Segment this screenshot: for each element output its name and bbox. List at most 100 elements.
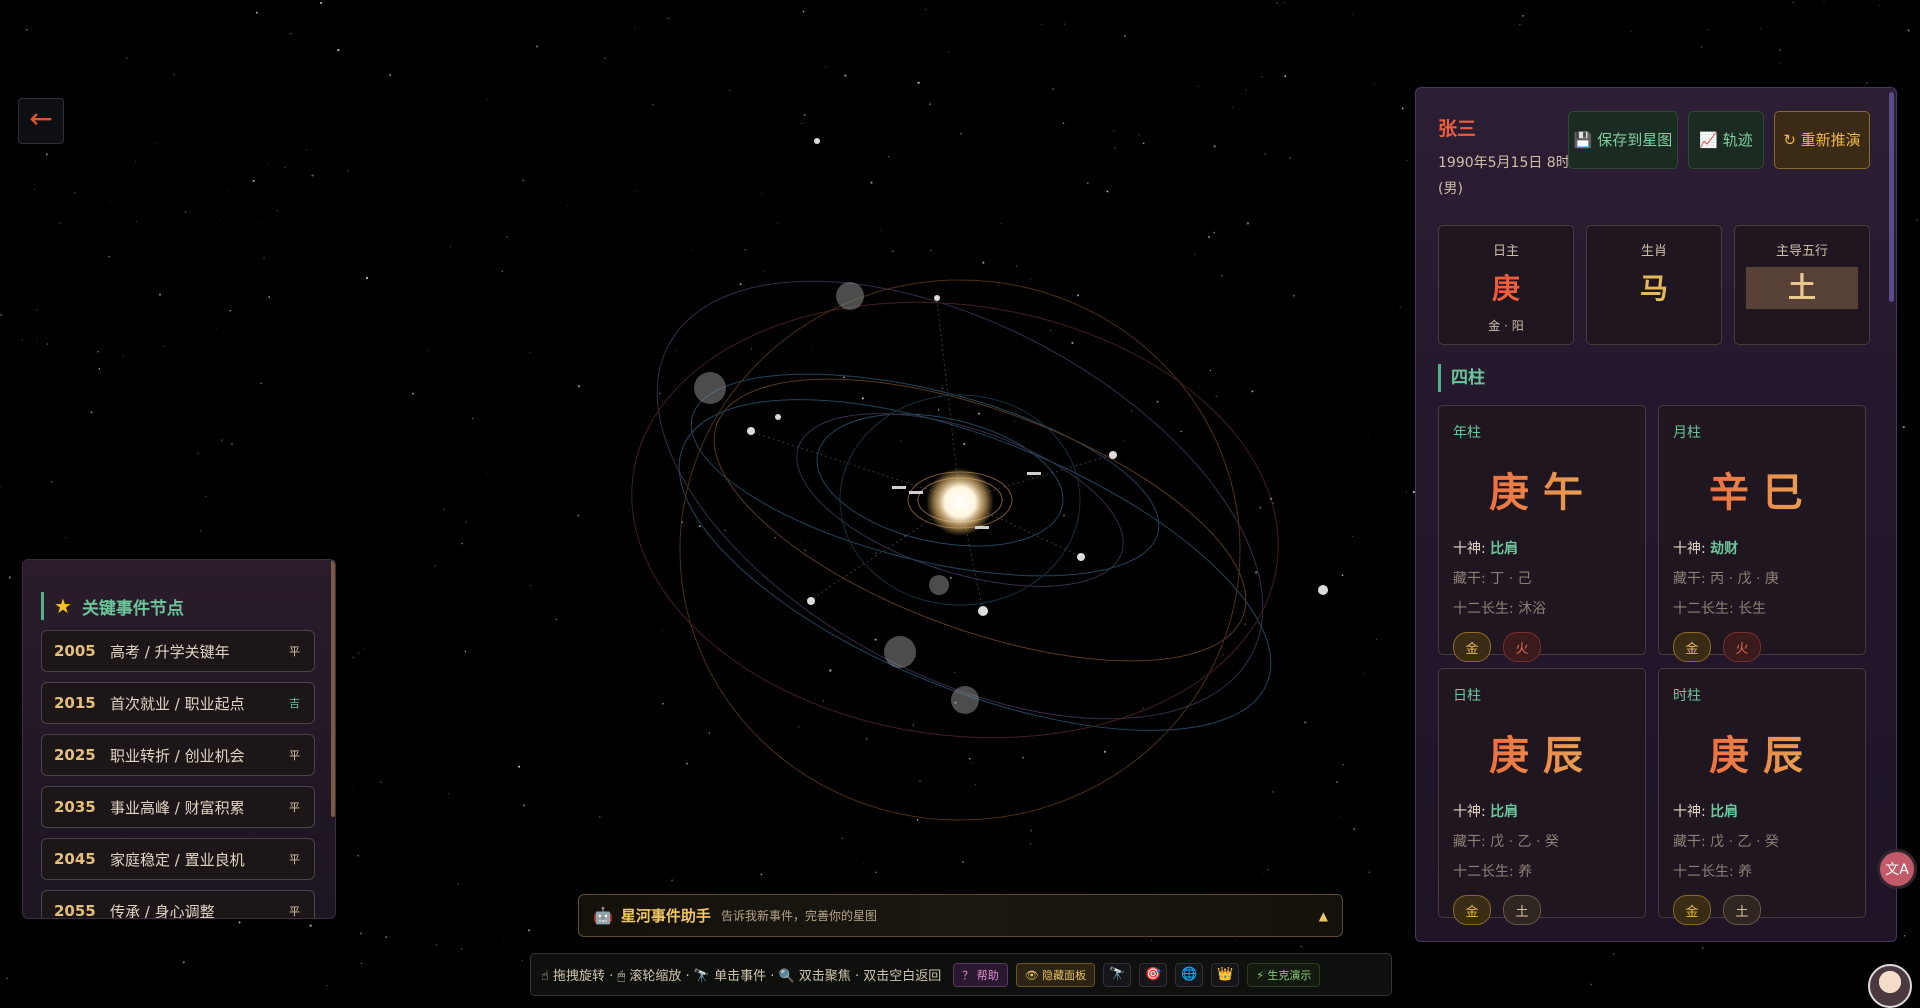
dominant-element-card: 主导五行 土: [1734, 225, 1870, 345]
profile-panel: 张三 1990年5月15日 8时 (男) 💾 保存到星图 📈 轨迹 ↻ 重新推演…: [1415, 87, 1897, 942]
pillars-section-title: 四柱: [1438, 364, 1485, 392]
pillar-card[interactable]: 年柱 庚午 十神: 比肩 藏干: 丁 · 己十二长生: 沐浴金火: [1438, 405, 1646, 662]
event-tag: 平: [289, 645, 300, 658]
event-node[interactable]: [1318, 585, 1328, 595]
element-tag: 金: [1453, 895, 1491, 925]
element-tags: 金火: [1673, 632, 1853, 662]
generation-demo-button[interactable]: ⚡ 生克演示: [1247, 962, 1321, 987]
back-button[interactable]: ←: [18, 98, 64, 144]
element-tag: 土: [1503, 895, 1541, 925]
sun-core[interactable]: [926, 468, 994, 536]
day-master-card: 日主 庚 金 · 阳: [1438, 225, 1574, 345]
event-text: 首次就业 / 职业起点: [110, 694, 245, 713]
event-node[interactable]: [934, 295, 940, 301]
event-text: 家庭稳定 / 置业良机: [110, 850, 245, 869]
event-list-item[interactable]: 2005 高考 / 升学关键年 平: [41, 630, 315, 672]
planet-marker[interactable]: [1027, 472, 1041, 475]
pillar-label: 月柱: [1673, 425, 1701, 441]
ten-god-value: 劫财: [1710, 541, 1739, 557]
telescope-icon[interactable]: 🔭: [1103, 962, 1132, 987]
element-tag: 金: [1673, 895, 1711, 925]
ten-god-value: 比肩: [1490, 541, 1519, 557]
star-icon: ★: [54, 594, 72, 618]
element-tag: 金: [1673, 632, 1711, 662]
pillar-card[interactable]: 月柱 辛巳 十神: 劫财 藏干: 丙 · 戊 · 庚十二长生: 长生金火: [1658, 405, 1866, 662]
bottom-toolbar: ☝ 拖拽旋转 · 🖱 滚轮缩放 · 🔭 单击事件 · 🔍 双击聚焦 · 双击空白…: [530, 953, 1392, 996]
pillar-card[interactable]: 时柱 庚辰 十神: 比肩 藏干: 戊 · 乙 · 癸十二长生: 养金土: [1658, 668, 1866, 925]
planet-marker[interactable]: [909, 491, 923, 494]
event-text: 高考 / 升学关键年: [110, 642, 230, 661]
ten-gods-row: 十神: 比肩: [1673, 804, 1739, 820]
orbit-ring: [679, 279, 1241, 821]
orbit-ring: [678, 399, 1272, 731]
event-year: 2005: [54, 642, 96, 660]
event-tag: 平: [289, 801, 300, 814]
target-icon[interactable]: 🎯: [1139, 962, 1168, 987]
life-stage-row: 十二长生: 沐浴: [1453, 601, 1547, 617]
ten-gods-row: 十神: 劫财: [1673, 541, 1739, 557]
element-tag: 火: [1503, 632, 1541, 662]
event-list-item[interactable]: 2035 事业高峰 / 财富积累 平: [41, 786, 315, 828]
expand-toggle-icon[interactable]: ▲: [1319, 909, 1328, 923]
help-button[interactable]: ？ 帮助: [953, 962, 1008, 987]
event-node[interactable]: [1109, 451, 1117, 459]
event-assistant-bar[interactable]: 🤖 星河事件助手 告诉我新事件，完善你的星图 ▲: [578, 894, 1343, 937]
ten-god-value: 比肩: [1490, 804, 1519, 820]
event-text: 职业转折 / 创业机会: [110, 746, 245, 765]
crown-icon[interactable]: 👑: [1211, 962, 1240, 987]
event-list-item[interactable]: 2045 家庭稳定 / 置业良机 平: [41, 838, 315, 880]
event-list-item[interactable]: 2025 职业转折 / 创业机会 平: [41, 734, 315, 776]
trajectory-button[interactable]: 📈 轨迹: [1688, 111, 1764, 169]
element-tags: 金火: [1453, 632, 1633, 662]
pillar-card[interactable]: 日柱 庚辰 十神: 比肩 藏干: 戊 · 乙 · 癸十二长生: 养金土: [1438, 668, 1646, 925]
event-list-item[interactable]: 2055 传承 / 身心调整 平: [41, 890, 315, 919]
nebula: [951, 686, 979, 714]
element-tags: 金土: [1673, 895, 1853, 925]
panel-scrollbar[interactable]: [1889, 92, 1894, 302]
event-node[interactable]: [807, 597, 815, 605]
event-year: 2025: [54, 746, 96, 764]
robot-icon: 🤖: [593, 906, 613, 925]
event-text: 传承 / 身心调整: [110, 902, 215, 919]
event-list: 2005 高考 / 升学关键年平 2015 首次就业 / 职业起点吉 2025 职业转折 …: [41, 630, 315, 919]
nebula: [836, 282, 864, 310]
life-stage-row: 十二长生: 长生: [1673, 601, 1767, 617]
element-tag: 金: [1453, 632, 1491, 662]
pillar-label: 年柱: [1453, 425, 1481, 441]
event-node[interactable]: [775, 414, 781, 420]
recalculate-button[interactable]: ↻ 重新推演: [1774, 111, 1870, 169]
globe-icon[interactable]: 🌐: [1175, 962, 1204, 987]
event-list-item[interactable]: 2015 首次就业 / 职业起点 吉: [41, 682, 315, 724]
event-node[interactable]: [747, 427, 755, 435]
event-node[interactable]: [1077, 553, 1085, 561]
event-tag: 平: [289, 749, 300, 762]
event-tag: 平: [289, 905, 300, 918]
person-name: 张三: [1438, 118, 1477, 140]
event-year: 2015: [54, 694, 96, 712]
event-node[interactable]: [814, 138, 820, 144]
event-year: 2045: [54, 850, 96, 868]
element-tag: 土: [1723, 895, 1761, 925]
key-events-panel: ★ 关键事件节点 2005 高考 / 升学关键年平 2015 首次就业 / 职业起点吉…: [22, 559, 336, 919]
assistant-avatar[interactable]: [1868, 964, 1912, 1008]
pillar-characters: 辛巳: [1673, 460, 1853, 518]
planet-marker[interactable]: [975, 526, 989, 529]
event-year: 2035: [54, 798, 96, 816]
pillar-characters: 庚辰: [1453, 723, 1633, 781]
life-stage-row: 十二长生: 养: [1673, 864, 1753, 880]
assistant-subtitle: 告诉我新事件，完善你的星图: [720, 909, 877, 923]
event-tag: 吉: [289, 697, 300, 710]
pillar-label: 日柱: [1453, 688, 1481, 704]
nebula: [929, 575, 949, 595]
hidden-stems-row: 藏干: 丁 · 己: [1453, 571, 1532, 587]
events-scrollbar[interactable]: [331, 560, 335, 817]
arrow-left-icon: ←: [29, 102, 53, 135]
planet-marker[interactable]: [892, 486, 906, 489]
hide-panels-button[interactable]: 👁 隐藏面板: [1015, 962, 1096, 987]
ten-gods-row: 十神: 比肩: [1453, 541, 1519, 557]
save-to-map-button[interactable]: 💾 保存到星图: [1568, 111, 1678, 169]
event-node[interactable]: [978, 606, 988, 616]
event-text: 事业高峰 / 财富积累: [110, 798, 245, 817]
controls-hint: ☝ 拖拽旋转 · 🖱 滚轮缩放 · 🔭 单击事件 · 🔍 双击聚焦 · 双击空白…: [541, 969, 942, 984]
translate-icon[interactable]: 文A: [1880, 852, 1914, 886]
